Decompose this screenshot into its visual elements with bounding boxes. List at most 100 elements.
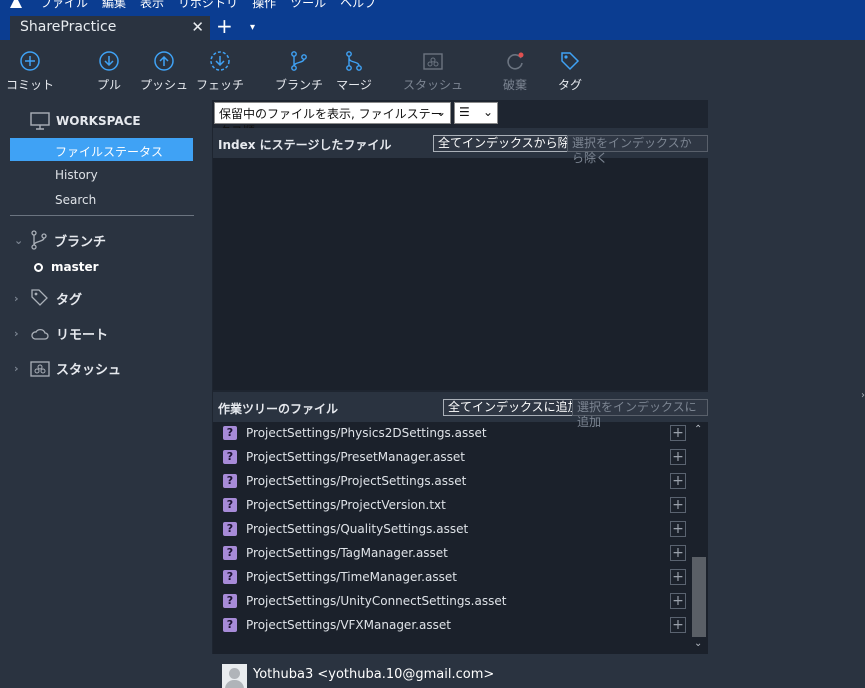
chevron-right-icon: › xyxy=(14,327,19,340)
list-item[interactable]: ? ProjectSettings/UnityConnectSettings.as… xyxy=(213,590,693,614)
file-path: ProjectSettings/TagManager.asset xyxy=(246,546,448,560)
chevron-down-icon: ⌄ xyxy=(435,105,446,119)
file-list-scrollbar[interactable]: ⌃ ⌄ xyxy=(691,422,707,652)
list-item[interactable]: ? ProjectSettings/VFXManager.asset + xyxy=(213,614,693,638)
monitor-icon xyxy=(30,112,50,130)
list-view-icon: ☰ xyxy=(459,105,470,119)
file-path: ProjectSettings/VFXManager.asset xyxy=(246,618,451,632)
stage-file-icon[interactable]: + xyxy=(670,425,686,441)
sidebar-section-remotes[interactable]: › リモート xyxy=(14,324,108,343)
stage-file-icon[interactable]: + xyxy=(670,521,686,537)
fetch-button[interactable]: フェッチ xyxy=(190,50,250,93)
untracked-icon: ? xyxy=(223,546,237,560)
branch-name: master xyxy=(51,260,99,274)
untracked-icon: ? xyxy=(223,522,237,536)
chevron-right-icon: › xyxy=(861,390,865,401)
stage-file-icon[interactable]: + xyxy=(670,569,686,585)
tag-button[interactable]: タグ xyxy=(540,50,600,93)
sidebar-item-file-status[interactable]: ファイルステータス xyxy=(10,138,193,161)
stage-selected-button[interactable]: 選択をインデックスに追加 xyxy=(572,399,708,429)
tag-icon xyxy=(31,289,48,306)
branches-label: ブランチ xyxy=(54,234,107,250)
sidebar-item-history[interactable]: History xyxy=(10,163,193,186)
unstage-selected-button[interactable]: 選択をインデックスから除く xyxy=(567,135,708,165)
scrollbar-thumb[interactable] xyxy=(692,557,706,637)
scroll-down-icon[interactable]: ⌄ xyxy=(694,638,702,649)
stage-file-icon[interactable]: + xyxy=(670,617,686,633)
untracked-icon: ? xyxy=(223,618,237,632)
pull-button[interactable]: プル xyxy=(79,50,139,93)
stash-button[interactable]: スタッシュ xyxy=(403,50,463,93)
sidebar-section-tags[interactable]: › タグ xyxy=(14,288,82,308)
remotes-label: リモート xyxy=(56,328,109,343)
commit-author: Yothuba3 <yothuba.10@gmail.com> xyxy=(253,667,495,682)
sidebar: WORKSPACE ファイルステータス History Search ⌄ ブラン… xyxy=(0,100,212,688)
stage-all-button[interactable]: 全てインデックスに追加 xyxy=(443,399,585,416)
untracked-icon: ? xyxy=(223,498,237,512)
push-icon xyxy=(154,51,174,71)
file-status-filter-select[interactable]: 保留中のファイルを表示, ファイルステータス順 ⌄ xyxy=(214,102,451,138)
workspace-header: WORKSPACE xyxy=(30,112,141,130)
file-path: ProjectSettings/Physics2DSettings.asset xyxy=(246,426,487,440)
file-path: ProjectSettings/PresetManager.asset xyxy=(246,450,465,464)
file-path: ProjectSettings/TimeManager.asset xyxy=(246,570,457,584)
file-path: ProjectSettings/ProjectVersion.txt xyxy=(246,498,446,512)
pull-label: プル xyxy=(96,78,121,92)
sidebar-section-stashes[interactable]: › スタッシュ xyxy=(14,359,121,378)
menu-repository[interactable]: リポジトリ xyxy=(178,0,238,10)
stash-icon xyxy=(423,53,443,70)
discard-icon xyxy=(507,52,524,70)
tag-icon xyxy=(561,52,580,71)
untracked-icon: ? xyxy=(223,450,237,464)
branch-item-master[interactable]: master xyxy=(34,260,99,274)
menu-tools[interactable]: ツール xyxy=(290,0,326,10)
scroll-up-icon[interactable]: ⌃ xyxy=(694,424,702,435)
list-item[interactable]: ? ProjectSettings/QualitySettings.asset + xyxy=(213,518,693,542)
menu-file[interactable]: ファイル xyxy=(40,0,88,10)
chevron-right-icon: › xyxy=(14,291,19,305)
commit-button[interactable]: コミット xyxy=(0,50,60,93)
menu-edit[interactable]: 編集 xyxy=(102,0,126,10)
discard-button[interactable]: 破棄 xyxy=(485,50,545,93)
staged-panel-title: Index にステージしたファイル xyxy=(218,138,392,152)
branch-label: ブランチ xyxy=(274,78,323,92)
view-mode-select[interactable]: ☰ ⌄ xyxy=(454,102,498,124)
cloud-icon xyxy=(31,328,49,340)
menu-help[interactable]: ヘルプ xyxy=(340,0,376,10)
unstage-all-button[interactable]: 全てインデックスから除く xyxy=(433,135,587,152)
push-button[interactable]: プッシュ xyxy=(134,50,194,93)
menu-actions[interactable]: 操作 xyxy=(252,0,276,10)
stage-file-icon[interactable]: + xyxy=(670,545,686,561)
new-tab-icon[interactable]: + xyxy=(216,16,233,36)
menu-view[interactable]: 表示 xyxy=(140,0,164,10)
app-logo-icon xyxy=(10,0,22,8)
list-item[interactable]: ? ProjectSettings/PresetManager.asset + xyxy=(213,446,693,470)
tag-label: タグ xyxy=(557,78,582,92)
tab-repository[interactable]: SharePractice ✕ xyxy=(10,16,210,40)
workspace-label: WORKSPACE xyxy=(56,114,141,128)
sidebar-item-search[interactable]: Search xyxy=(10,188,193,211)
stage-file-icon[interactable]: + xyxy=(670,593,686,609)
stage-file-icon[interactable]: + xyxy=(670,473,686,489)
branch-button[interactable]: ブランチ xyxy=(269,50,329,93)
stage-file-icon[interactable]: + xyxy=(670,449,686,465)
merge-button[interactable]: マージ xyxy=(324,50,384,93)
list-item[interactable]: ? ProjectSettings/Physics2DSettings.asset… xyxy=(213,422,693,446)
menu-bar: ファイル 編集 表示 リポジトリ 操作 ツール ヘルプ xyxy=(0,0,865,10)
untracked-icon: ? xyxy=(223,594,237,608)
tab-bar: SharePractice ✕ + ▾ xyxy=(0,10,865,40)
stage-file-icon[interactable]: + xyxy=(670,497,686,513)
list-item[interactable]: ? ProjectSettings/TagManager.asset + xyxy=(213,542,693,566)
stash-icon xyxy=(30,360,50,377)
tags-label: タグ xyxy=(56,292,83,308)
fetch-label: フェッチ xyxy=(195,78,244,92)
list-item[interactable]: ? ProjectSettings/ProjectSettings.asset + xyxy=(213,470,693,494)
list-item[interactable]: ? ProjectSettings/TimeManager.asset + xyxy=(213,566,693,590)
fetch-icon xyxy=(210,51,230,71)
list-item[interactable]: ? ProjectSettings/ProjectVersion.txt + xyxy=(213,494,693,518)
tab-title: SharePractice xyxy=(20,19,117,35)
close-icon[interactable]: ✕ xyxy=(191,18,204,36)
sidebar-section-branches[interactable]: ⌄ ブランチ xyxy=(14,230,106,250)
chevron-down-icon[interactable]: ▾ xyxy=(250,22,255,33)
file-path: ProjectSettings/QualitySettings.asset xyxy=(246,522,469,536)
